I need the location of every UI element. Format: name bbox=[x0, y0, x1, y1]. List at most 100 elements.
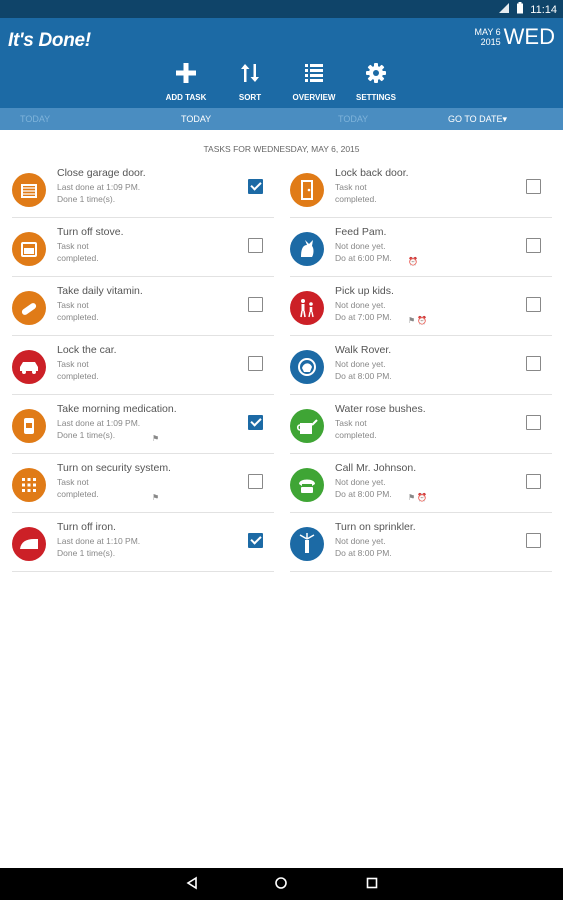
task-checkbox[interactable] bbox=[248, 533, 263, 548]
task-checkbox[interactable] bbox=[248, 415, 263, 430]
cat-icon bbox=[290, 232, 324, 266]
task-title: Walk Rover. bbox=[335, 344, 392, 356]
task-checkbox[interactable] bbox=[526, 297, 541, 312]
app-bar: It's Done! MAY 6 2015 WED ADD TASK SORT … bbox=[0, 18, 563, 108]
task-item[interactable]: Turn on sprinkler. Not done yet. Do at 8:0… bbox=[290, 519, 552, 572]
task-status-line: Task not bbox=[57, 359, 89, 369]
task-title: Lock back door. bbox=[335, 167, 409, 179]
task-status-line: Last done at 1:09 PM. bbox=[57, 418, 141, 428]
task-item[interactable]: Turn off stove. Task not completed. bbox=[12, 224, 274, 277]
task-status-line: Task not bbox=[57, 300, 89, 310]
task-checkbox[interactable] bbox=[526, 179, 541, 194]
keypad-icon bbox=[12, 468, 46, 502]
task-list-heading: TASKS FOR WEDNESDAY, MAY 6, 2015 bbox=[203, 144, 360, 154]
task-item[interactable]: Walk Rover. Not done yet. Do at 8:00 PM. bbox=[290, 342, 552, 395]
task-status-line: Not done yet. bbox=[335, 536, 386, 546]
task-status-line: Task not bbox=[335, 418, 367, 428]
task-status-line: Done 1 time(s). bbox=[57, 548, 116, 558]
garage-icon bbox=[12, 173, 46, 207]
settings-button[interactable]: SETTINGS bbox=[343, 62, 409, 102]
task-checkbox[interactable] bbox=[248, 474, 263, 489]
kids-icon bbox=[290, 291, 324, 325]
dog-icon bbox=[290, 350, 324, 384]
task-title: Turn off stove. bbox=[57, 226, 124, 238]
sort-icon bbox=[239, 62, 261, 89]
task-status-line: Done 1 time(s). bbox=[57, 194, 116, 204]
go-to-date-button[interactable]: GO TO DATE▾ bbox=[448, 114, 507, 125]
task-status-line: completed. bbox=[57, 489, 99, 499]
task-checkbox[interactable] bbox=[526, 356, 541, 371]
task-status-line: completed. bbox=[335, 430, 377, 440]
task-item[interactable]: Pick up kids. Not done yet. Do at 7:00 PM.… bbox=[290, 283, 552, 336]
task-status-line: completed. bbox=[57, 253, 99, 263]
add-task-button[interactable]: ADD TASK bbox=[153, 62, 219, 102]
list-icon bbox=[303, 62, 325, 89]
tab-next-day[interactable]: TODAY bbox=[338, 114, 368, 124]
task-checkbox[interactable] bbox=[526, 415, 541, 430]
task-title: Call Mr. Johnson. bbox=[335, 462, 417, 474]
task-item[interactable]: Turn on security system. Task not complete… bbox=[12, 460, 274, 513]
task-title: Water rose bushes. bbox=[335, 403, 426, 415]
watering-can-icon bbox=[290, 409, 324, 443]
overview-button[interactable]: OVERVIEW bbox=[281, 62, 347, 102]
app-title: It's Done! bbox=[8, 30, 91, 51]
date-month-day: MAY 6 bbox=[474, 27, 501, 37]
task-item[interactable]: Lock back door. Task not completed. bbox=[290, 165, 552, 218]
task-item[interactable]: Turn off iron. Last done at 1:10 PM. Done … bbox=[12, 519, 274, 572]
back-icon[interactable] bbox=[185, 876, 199, 895]
home-icon[interactable] bbox=[274, 876, 288, 895]
task-checkbox[interactable] bbox=[526, 533, 541, 548]
vitamin-icon bbox=[12, 291, 46, 325]
task-checkbox[interactable] bbox=[248, 179, 263, 194]
signal-icon bbox=[498, 2, 510, 17]
sort-button[interactable]: SORT bbox=[217, 62, 283, 102]
task-status-line: Not done yet. bbox=[335, 300, 386, 310]
task-item[interactable]: Take daily vitamin. Task not completed. bbox=[12, 283, 274, 336]
task-status-line: Done 1 time(s). bbox=[57, 430, 116, 440]
task-reminder-badge: ⚑ bbox=[152, 493, 160, 502]
task-title: Close garage door. bbox=[57, 167, 146, 179]
car-icon bbox=[12, 350, 46, 384]
task-status-line: Not done yet. bbox=[335, 477, 386, 487]
task-checkbox[interactable] bbox=[248, 238, 263, 253]
task-status-line: Do at 8:00 PM. bbox=[335, 548, 392, 558]
plus-icon bbox=[175, 62, 197, 89]
settings-label: SETTINGS bbox=[355, 93, 396, 102]
overview-label: OVERVIEW bbox=[292, 93, 336, 102]
task-checkbox[interactable] bbox=[526, 238, 541, 253]
task-status-line: completed. bbox=[335, 194, 377, 204]
tab-prev-day[interactable]: TODAY bbox=[20, 114, 50, 124]
add-task-label: ADD TASK bbox=[165, 93, 207, 102]
task-status-line: Task not bbox=[57, 477, 89, 487]
battery-icon bbox=[516, 2, 524, 17]
task-status-line: Do at 8:00 PM. bbox=[335, 371, 392, 381]
task-title: Lock the car. bbox=[57, 344, 117, 356]
task-reminder-badge: ⏰ bbox=[408, 257, 418, 266]
task-item[interactable]: Close garage door. Last done at 1:09 PM. D… bbox=[12, 165, 274, 218]
task-status-line: Last done at 1:10 PM. bbox=[57, 536, 141, 546]
phone-icon bbox=[290, 468, 324, 502]
iron-icon bbox=[12, 527, 46, 561]
task-reminder-badge: ⚑ ⏰ bbox=[408, 316, 428, 325]
task-status-line: Do at 6:00 PM. bbox=[335, 253, 392, 263]
task-item[interactable]: Water rose bushes. Task not completed. bbox=[290, 401, 552, 454]
task-item[interactable]: Feed Pam. Not done yet. Do at 6:00 PM. ⏰ bbox=[290, 224, 552, 277]
task-title: Take daily vitamin. bbox=[57, 285, 143, 297]
task-title: Turn off iron. bbox=[57, 521, 116, 533]
status-bar: 11:14 bbox=[0, 0, 563, 18]
task-checkbox[interactable] bbox=[526, 474, 541, 489]
task-title: Turn on sprinkler. bbox=[335, 521, 416, 533]
task-status-line: completed. bbox=[57, 371, 99, 381]
task-item[interactable]: Call Mr. Johnson. Not done yet. Do at 8:00… bbox=[290, 460, 552, 513]
task-checkbox[interactable] bbox=[248, 356, 263, 371]
recents-icon[interactable] bbox=[365, 876, 379, 895]
date-display: MAY 6 2015 WED bbox=[474, 24, 555, 50]
task-item[interactable]: Take morning medication. Last done at 1:0… bbox=[12, 401, 274, 454]
task-checkbox[interactable] bbox=[248, 297, 263, 312]
task-title: Feed Pam. bbox=[335, 226, 387, 238]
task-status-line: Not done yet. bbox=[335, 359, 386, 369]
task-status-line: Task not bbox=[335, 182, 367, 192]
task-item[interactable]: Lock the car. Task not completed. bbox=[12, 342, 274, 395]
status-time: 11:14 bbox=[530, 3, 557, 16]
tab-today[interactable]: TODAY bbox=[181, 114, 211, 124]
